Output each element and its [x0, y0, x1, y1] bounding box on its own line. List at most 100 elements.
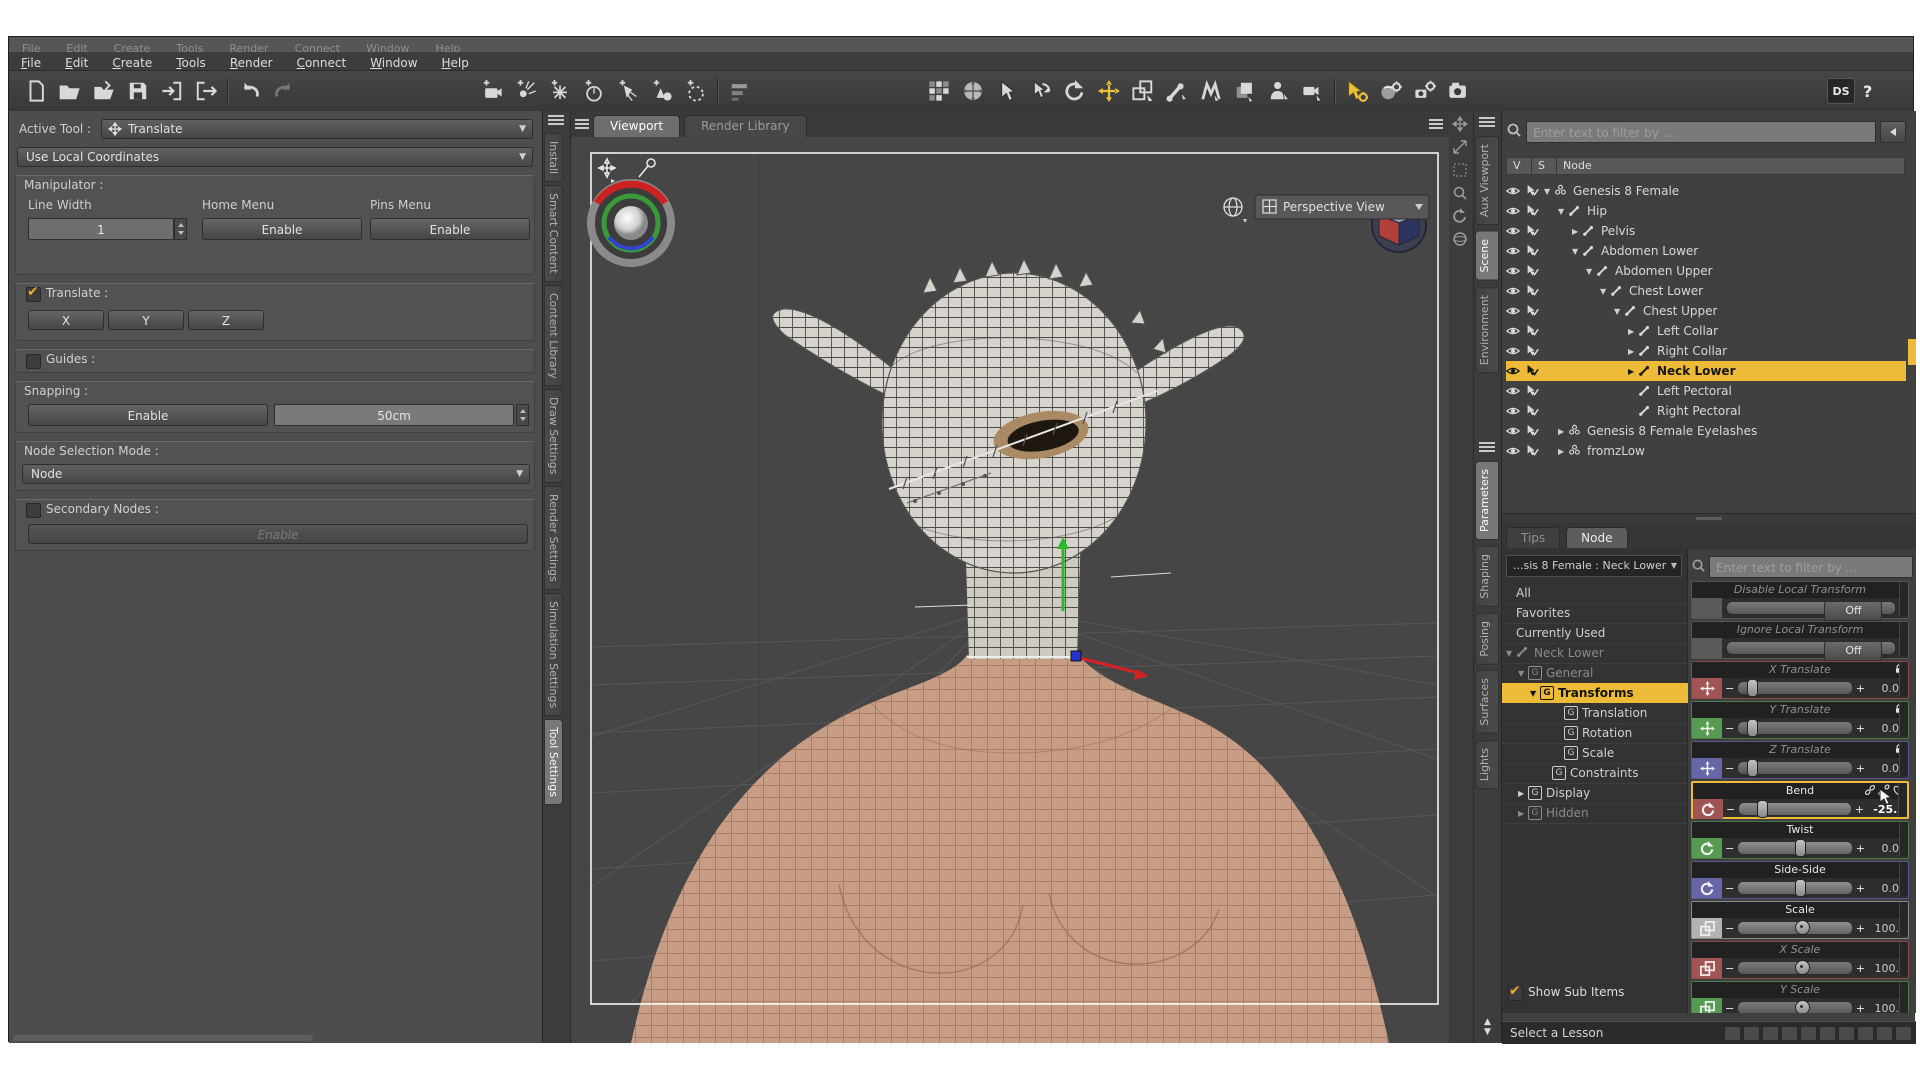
viewport-rotate-icon[interactable] [1452, 208, 1470, 226]
param-stepper[interactable] [1899, 582, 1908, 616]
home-menu-enable-button[interactable]: Enable [202, 218, 362, 240]
render-settings-icon[interactable] [1408, 76, 1442, 106]
increment-button[interactable]: + [1853, 762, 1868, 775]
column-header-s[interactable]: S [1532, 158, 1557, 174]
translate-tool-icon[interactable] [1092, 76, 1126, 106]
selectable-icon[interactable] [1525, 244, 1541, 258]
visibility-eye-icon[interactable] [1505, 384, 1522, 398]
expand-arrow-icon[interactable]: ▼ [1572, 247, 1582, 256]
param-stepper[interactable] [1899, 942, 1908, 976]
visibility-eye-icon[interactable] [1505, 364, 1522, 378]
save-file-icon[interactable] [121, 76, 155, 106]
tab-surfaces[interactable]: Surfaces [1475, 670, 1499, 734]
param-group-translation[interactable]: G Translation [1502, 703, 1688, 724]
translate-checkbox[interactable] [26, 284, 41, 302]
expand-arrow-icon[interactable]: ▶ [1518, 809, 1528, 818]
expand-arrow-icon[interactable]: ▶ [1558, 427, 1568, 436]
daz-connect-badge[interactable]: DS [1827, 78, 1855, 104]
visibility-eye-icon[interactable] [1505, 324, 1522, 338]
viewport-move-icon[interactable] [1451, 115, 1470, 134]
redo-icon[interactable] [267, 76, 301, 106]
scene-row-abdomen-upper[interactable]: ▼ Abdomen Upper [1505, 261, 1906, 281]
decrement-button[interactable]: − [1722, 842, 1737, 855]
pane-menu-icon[interactable] [1429, 117, 1443, 131]
param-group-neck-lower[interactable]: ▼ Neck Lower [1502, 643, 1688, 664]
expand-arrow-icon[interactable]: ▶ [1628, 327, 1638, 336]
increment-button[interactable]: + [1853, 1002, 1868, 1014]
expand-arrow-icon[interactable]: ▼ [1614, 307, 1624, 316]
tool-options-icon[interactable] [1340, 76, 1374, 106]
scale-tool-icon[interactable] [1126, 76, 1160, 106]
menu-create[interactable]: Create [100, 54, 164, 72]
decrement-button[interactable]: − [1722, 1002, 1737, 1014]
expand-arrow-icon[interactable]: ▶ [1572, 227, 1582, 236]
menu-tools[interactable]: Tools [164, 54, 218, 72]
selectable-icon[interactable] [1525, 344, 1541, 358]
expand-arrow-icon[interactable]: ▼ [1558, 207, 1568, 216]
selectable-icon[interactable] [1525, 364, 1541, 378]
create-point-light-icon[interactable] [543, 76, 577, 106]
node-selection-combobox[interactable]: Node ▼ [22, 464, 530, 484]
selectable-icon[interactable] [1525, 384, 1541, 398]
orbit-icon[interactable] [956, 76, 990, 106]
snapping-enable-button[interactable]: Enable [28, 404, 268, 426]
guides-checkbox[interactable] [26, 354, 41, 369]
param-stepper[interactable] [1898, 783, 1907, 817]
tab-content-library[interactable]: Content Library [544, 284, 563, 387]
param-stepper[interactable] [1899, 702, 1908, 736]
tab-render-settings[interactable]: Render Settings [544, 485, 563, 590]
coordinates-combobox[interactable]: Use Local Coordinates ▼ [17, 147, 533, 167]
increment-button[interactable]: + [1853, 882, 1868, 895]
tab-posing[interactable]: Posing [1475, 612, 1499, 665]
visibility-eye-icon[interactable] [1505, 184, 1522, 198]
expand-arrow-icon[interactable]: ▶ [1628, 367, 1638, 376]
pane-menu-icon[interactable] [548, 115, 564, 129]
param-stepper[interactable] [1899, 622, 1908, 656]
param-slider[interactable] [1737, 839, 1853, 857]
camera-select-icon[interactable] [1296, 76, 1330, 106]
toggle-off-button[interactable]: Off [1824, 641, 1883, 661]
snap-grid-icon[interactable] [922, 76, 956, 106]
visibility-eye-icon[interactable] [1505, 244, 1522, 258]
param-group-all[interactable]: All [1502, 583, 1688, 604]
scene-row-chest-upper[interactable]: ▼ Chest Upper [1505, 301, 1906, 321]
tab-node[interactable]: Node [1566, 527, 1628, 548]
menu-render[interactable]: Render [218, 54, 285, 72]
expand-arrow-icon[interactable]: ▼ [1518, 669, 1528, 678]
param-slider[interactable] [1737, 719, 1853, 737]
viewport-expand-icon[interactable] [1452, 139, 1470, 157]
param-slider[interactable] [1738, 800, 1852, 818]
selectable-icon[interactable] [1525, 224, 1541, 238]
param-group-constraints[interactable]: G Constraints [1502, 763, 1688, 784]
tab-smart-content[interactable]: Smart Content [544, 185, 563, 282]
align-icon[interactable] [723, 76, 757, 106]
pane-menu-icon[interactable] [575, 117, 589, 131]
create-primitive-icon[interactable] [645, 76, 679, 106]
param-slider[interactable] [1737, 759, 1853, 777]
scene-row-genesis-8-female[interactable]: ▼ Genesis 8 Female [1505, 181, 1906, 201]
scene-filter-input[interactable]: Enter text to filter by ... [1526, 121, 1876, 143]
param-stepper[interactable] [1899, 862, 1908, 896]
menu-edit[interactable]: Edit [53, 54, 100, 72]
param-slider[interactable] [1737, 960, 1853, 975]
tab-parameters[interactable]: Parameters [1475, 460, 1499, 540]
decrement-button[interactable]: − [1722, 882, 1737, 895]
expand-arrow-icon[interactable]: ▼ [1544, 187, 1554, 196]
tab-tips[interactable]: Tips [1506, 527, 1561, 548]
expand-arrow-icon[interactable]: ▶ [1628, 347, 1638, 356]
selectable-icon[interactable] [1525, 304, 1541, 318]
tab-lights[interactable]: Lights [1475, 739, 1499, 790]
tab-tool-settings[interactable]: Tool Settings [544, 718, 563, 805]
param-slider[interactable] [1737, 679, 1853, 697]
visibility-eye-icon[interactable] [1505, 304, 1522, 318]
param-group-transforms[interactable]: ▼ G Transforms [1502, 683, 1688, 703]
param-group-display[interactable]: ▶ G Display [1502, 783, 1688, 804]
param-card-y-translate[interactable]: Y Translate − +0.00 [1691, 701, 1909, 739]
param-card-ignore-local-transform[interactable]: Ignore Local Transform Off [1691, 621, 1909, 661]
toggle-off-button[interactable]: Off [1824, 601, 1883, 621]
decrement-button[interactable]: − [1723, 803, 1738, 816]
scene-row-fromzlow[interactable]: ▶ fromzLow [1505, 441, 1906, 461]
param-slider[interactable] [1737, 879, 1853, 897]
param-stepper[interactable] [1899, 982, 1908, 1013]
tab-draw-settings[interactable]: Draw Settings [544, 389, 563, 483]
